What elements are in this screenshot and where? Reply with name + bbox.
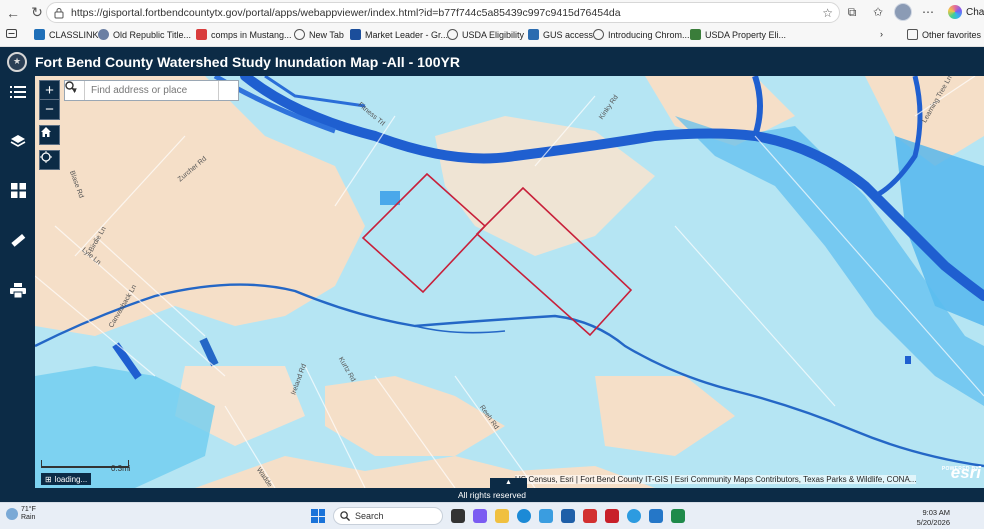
excel-icon[interactable]	[671, 509, 685, 523]
file-explorer-icon[interactable]	[495, 509, 509, 523]
favorite-item[interactable]: USDA Property Eli...	[690, 29, 786, 40]
back-icon[interactable]: ←	[2, 2, 24, 24]
favorite-item[interactable]: USDA Eligibility	[447, 29, 524, 40]
market-leader-icon	[350, 29, 361, 40]
search-icon	[65, 81, 76, 92]
favorite-star-icon[interactable]: ☆	[822, 6, 833, 20]
app-title: Fort Bend County Watershed Study Inundat…	[35, 53, 460, 70]
gus-icon	[528, 29, 539, 40]
browser-toolbar: ← ↻ https://gisportal.fortbendcountytx.g…	[0, 0, 984, 25]
app-footer: All rights reserved	[0, 488, 984, 502]
map-attribution: US Census, Esri | Fort Bend County IT-GI…	[515, 475, 917, 484]
favorite-item[interactable]: comps in Mustang...	[196, 29, 292, 40]
county-seal-logo: ★	[7, 51, 27, 72]
mcafee-icon[interactable]	[605, 509, 619, 523]
measure-ruler-icon[interactable]	[8, 230, 28, 250]
locate-icon	[40, 151, 52, 163]
red-app-icon[interactable]	[583, 509, 597, 523]
loading-icon: ⊞	[45, 474, 52, 484]
copilot-chat-button[interactable]: Chat	[948, 5, 984, 19]
globe-icon	[447, 29, 458, 40]
document-icon	[196, 29, 207, 40]
store-icon[interactable]	[539, 509, 553, 523]
favorites-bar: CLASSLINK Old Republic Title... comps in…	[0, 25, 984, 47]
taskbar-search[interactable]: Search	[333, 507, 443, 525]
copilot-icon	[948, 5, 962, 19]
other-favorites[interactable]: Other favorites	[907, 29, 981, 40]
favorite-item[interactable]: New Tab	[294, 29, 344, 40]
teams-icon[interactable]	[627, 509, 641, 523]
site-info-icon[interactable]	[53, 7, 65, 19]
sidebar: »	[0, 76, 35, 513]
refresh-icon[interactable]: ↻	[26, 2, 48, 24]
print-icon[interactable]	[8, 280, 28, 300]
zoom-control: + −	[39, 80, 60, 120]
inundation-map	[35, 76, 984, 488]
profile-avatar[interactable]	[894, 3, 912, 21]
more-icon[interactable]: ⋯	[918, 2, 938, 22]
word-icon[interactable]	[649, 509, 663, 523]
tab-actions-icon[interactable]	[6, 29, 17, 38]
favorite-item[interactable]: CLASSLINK	[34, 29, 99, 40]
weather-widget[interactable]: 71°F Rain	[6, 506, 36, 522]
chat-label: Chat	[966, 6, 984, 18]
start-button[interactable]	[311, 509, 325, 523]
home-icon	[41, 127, 51, 137]
system-clock[interactable]: 9:03 AM 5/20/2026	[917, 508, 950, 528]
globe-icon	[294, 29, 305, 40]
folder-icon	[907, 29, 918, 40]
search-icon	[340, 511, 350, 521]
weather-icon	[6, 508, 18, 520]
favorite-item[interactable]: GUS access	[528, 29, 593, 40]
chevron-right-icon[interactable]: ›	[880, 29, 883, 39]
basemap-gallery-icon[interactable]	[8, 180, 28, 200]
locate-button[interactable]	[39, 150, 60, 170]
search-button[interactable]	[65, 81, 238, 100]
extensions-icon[interactable]: ⧉	[842, 2, 862, 22]
favorite-item[interactable]: Introducing Chrom...	[593, 29, 690, 40]
favorite-item[interactable]: Market Leader - Gr...	[350, 29, 448, 40]
map-view[interactable]: Zurcher Rd Blase Rd Birdie Ln Lyle Ln Ca…	[35, 76, 984, 488]
usda-icon	[690, 29, 701, 40]
task-view-icon[interactable]	[451, 509, 465, 523]
favorites-icon[interactable]: ✩	[868, 2, 888, 22]
globe-icon	[593, 29, 604, 40]
zoom-in-button[interactable]: +	[40, 81, 59, 100]
loading-indicator: ⊞ loading...	[41, 473, 92, 485]
layers-icon[interactable]	[8, 131, 28, 151]
outlook-icon[interactable]	[561, 509, 575, 523]
address-bar[interactable]: https://gisportal.fortbendcountytx.gov/p…	[46, 2, 840, 23]
favorite-item[interactable]: Old Republic Title...	[98, 29, 191, 40]
home-button[interactable]	[39, 125, 60, 145]
edge-browser-icon[interactable]	[517, 509, 531, 523]
taskbar: 71°F Rain Search 9:03 AM 5/20/2026	[0, 502, 984, 529]
site-icon	[98, 29, 109, 40]
app-header: ★ Fort Bend County Watershed Study Inund…	[0, 47, 984, 76]
geocoder-search: ▼	[64, 80, 239, 101]
esri-logo: POWERED BY esri	[941, 463, 981, 482]
list-icon[interactable]	[8, 82, 28, 102]
search-input[interactable]	[85, 81, 218, 100]
classlink-icon	[34, 29, 45, 40]
zoom-out-button[interactable]: −	[40, 100, 59, 119]
web-app: ★ Fort Bend County Watershed Study Inund…	[0, 47, 984, 513]
url-text: https://gisportal.fortbendcountytx.gov/p…	[71, 6, 621, 19]
attribution-toggle[interactable]: ▲	[490, 478, 527, 488]
scale-label: 0.3mi	[111, 464, 131, 473]
copilot-app-icon[interactable]	[473, 509, 487, 523]
